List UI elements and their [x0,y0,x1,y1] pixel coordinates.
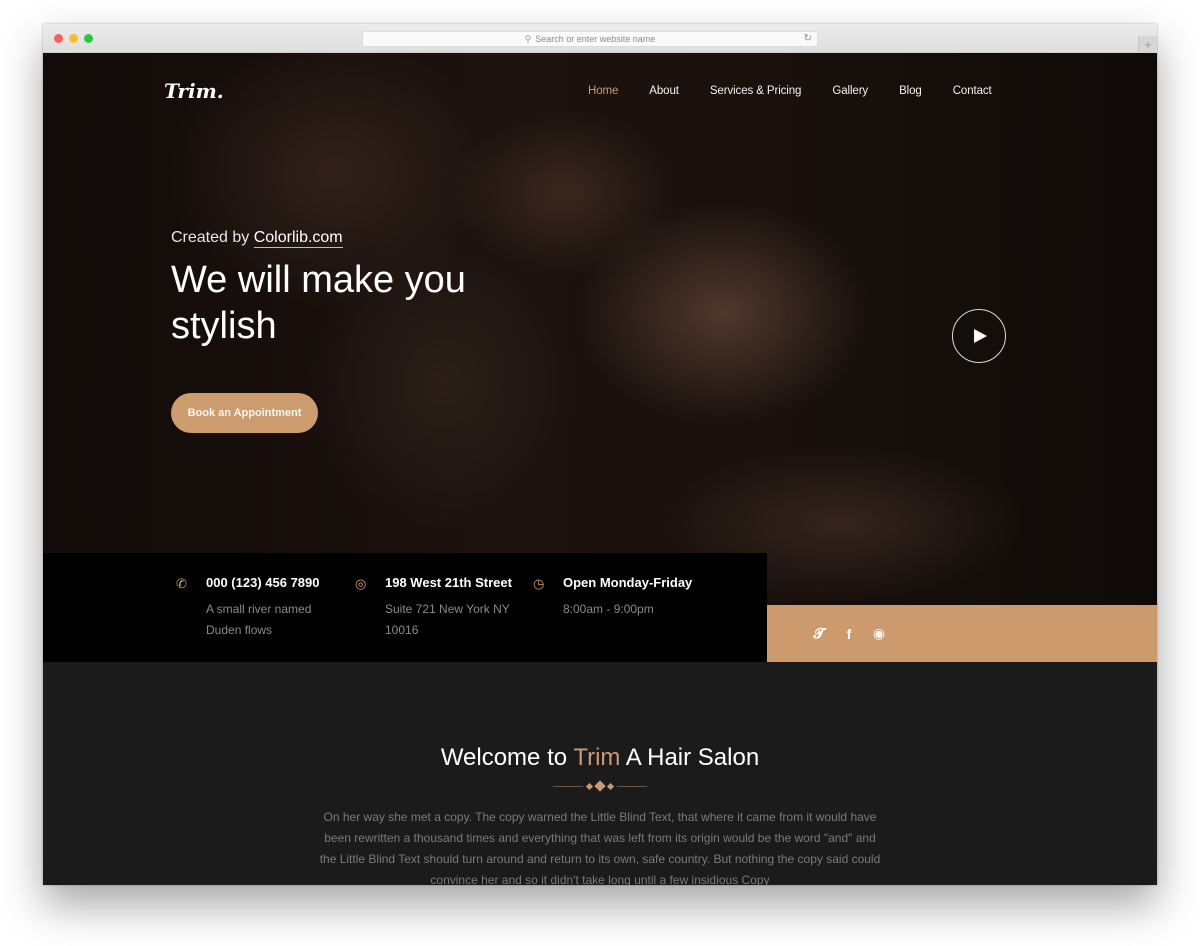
hero-section: Trim. Home About Services & Pricing Gall… [43,53,1157,605]
diamond-icon [585,782,594,790]
maximize-window-button[interactable] [84,34,93,43]
diamond-icon [594,780,606,792]
hours-time: 8:00am - 9:00pm [563,602,654,616]
nav-blog[interactable]: Blog [899,85,922,97]
site-logo[interactable]: Trim. [164,79,224,103]
phone-sub-line-1: A small river named [206,602,312,616]
new-tab-button[interactable]: + [1138,36,1157,53]
colorlib-link[interactable]: Colorlib.com [253,229,343,248]
close-window-button[interactable] [54,34,63,43]
welcome-section: Welcome to Trim A Hair Salon On her way … [43,662,1157,885]
ornament-divider [43,780,1157,792]
minimize-window-button[interactable] [69,34,78,43]
hero-headline: We will make you stylish [171,259,466,347]
browser-window: ⚲ Search or enter website name ↻ + Trim.… [43,24,1157,885]
diamond-icon [606,782,615,790]
book-appointment-button[interactable]: Book an Appointment [171,393,318,433]
location-icon: ◎ [355,576,367,591]
clock-icon: ◷ [533,576,545,591]
nav-home[interactable]: Home [588,85,618,97]
hours-title: Open Monday-Friday [563,575,693,590]
info-hours: ◷ Open Monday-Friday 8:00am - 9:00pm [533,575,692,620]
created-prefix: Created by [171,229,250,246]
nav-about[interactable]: About [649,85,679,97]
reload-icon[interactable]: ↻ [804,33,812,44]
created-by: Created by Colorlib.com [171,229,531,248]
welcome-title-accent: Trim [573,744,621,771]
phone-sub-line-2: Duden flows [206,623,273,637]
main-nav: Home About Services & Pricing Gallery Bl… [588,85,1023,97]
address-line-1: Suite 721 New York NY [385,602,510,616]
browser-toolbar: ⚲ Search or enter website name ↻ + [43,24,1157,53]
search-icon: ⚲ [524,33,532,44]
welcome-title-post: A Hair Salon [625,744,760,771]
address-street: 198 West 21th Street [385,575,512,590]
address-line-2: 10016 [385,623,419,637]
info-phone: ✆ 000 (123) 456 7890 A small river named… [176,575,319,641]
welcome-title: Welcome to Trim A Hair Salon [43,744,1157,772]
instagram-icon[interactable]: ◉ [872,625,886,642]
play-icon [974,329,987,343]
hero-text: Created by Colorlib.com We will make you… [171,229,531,349]
divider-line [553,785,583,787]
play-video-button[interactable] [952,309,1006,363]
phone-number[interactable]: 000 (123) 456 7890 [206,575,319,590]
welcome-body: On her way she met a copy. The copy warn… [319,810,881,885]
facebook-icon[interactable]: f [842,626,856,642]
twitter-icon[interactable]: 𝓣 [812,625,826,642]
phone-icon: ✆ [176,576,187,591]
nav-contact[interactable]: Contact [953,85,992,97]
nav-services-pricing[interactable]: Services & Pricing [710,85,802,97]
welcome-title-pre: Welcome to [440,744,568,771]
contact-info-bar: ✆ 000 (123) 456 7890 A small river named… [43,553,767,662]
info-address: ◎ 198 West 21th Street Suite 721 New Yor… [355,575,512,641]
address-placeholder: Search or enter website name [535,34,656,44]
address-bar[interactable]: ⚲ Search or enter website name ↻ [362,31,818,47]
nav-gallery[interactable]: Gallery [832,85,868,97]
divider-line [617,785,647,787]
social-bar: 𝓣 f ◉ [767,605,1157,662]
